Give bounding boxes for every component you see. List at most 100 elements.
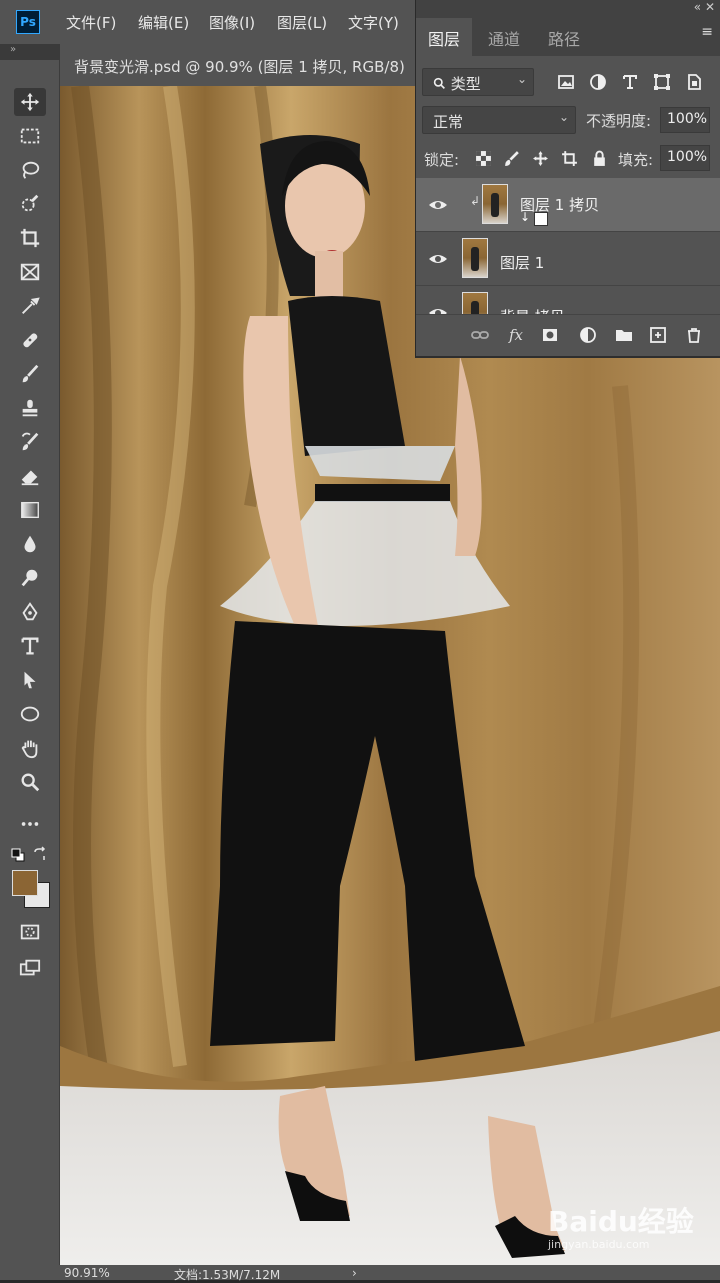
layer-row-layer1-copy[interactable]: ↲ ↓ 图层 1 拷贝 xyxy=(416,178,720,232)
menu-file[interactable]: 文件(F) xyxy=(66,12,116,33)
healing-brush-tool[interactable] xyxy=(14,326,46,354)
filter-adjustment-button[interactable] xyxy=(586,70,610,94)
dodge-tool[interactable] xyxy=(14,564,46,592)
layer-name: 背景 拷贝 xyxy=(500,306,565,314)
status-menu-arrow-icon[interactable]: › xyxy=(352,1266,357,1280)
zoom-icon xyxy=(21,773,40,792)
new-adjustment-button[interactable] xyxy=(576,323,600,347)
add-mask-button[interactable] xyxy=(538,323,562,347)
move-tool[interactable] xyxy=(14,88,46,116)
path-select-tool[interactable] xyxy=(14,666,46,694)
layers-panel-footer: fx xyxy=(416,314,720,355)
menu-type[interactable]: 文字(Y) xyxy=(348,12,399,33)
ellipse-tool[interactable] xyxy=(14,700,46,728)
eyedropper-tool[interactable] xyxy=(14,292,46,320)
gradient-tool[interactable] xyxy=(14,496,46,524)
smart-object-icon xyxy=(688,74,701,90)
new-layer-icon xyxy=(650,327,666,343)
layer-filter-dropdown[interactable]: 类型 ⌄ xyxy=(422,68,534,96)
link-layers-button[interactable] xyxy=(468,323,492,347)
type-tool[interactable] xyxy=(14,632,46,660)
lock-position-button[interactable] xyxy=(529,147,551,169)
brush-tool[interactable] xyxy=(14,360,46,388)
fill-input[interactable]: 100% xyxy=(660,145,710,171)
swap-colors-button[interactable] xyxy=(32,846,50,864)
swap-arrow-icon xyxy=(34,846,46,860)
crop-tool[interactable] xyxy=(14,224,46,252)
artboard-icon xyxy=(561,150,577,166)
filter-shape-button[interactable] xyxy=(650,70,674,94)
menu-layer[interactable]: 图层(L) xyxy=(277,12,327,33)
quick-select-tool[interactable] xyxy=(14,190,46,218)
screen-mode-button[interactable] xyxy=(14,954,46,982)
menu-image[interactable]: 图像(I) xyxy=(209,12,255,33)
quick-select-icon xyxy=(21,194,39,212)
new-layer-button[interactable] xyxy=(646,323,670,347)
tools-panel xyxy=(0,60,60,1265)
zoom-level[interactable]: 90.91% xyxy=(64,1266,110,1280)
tab-layers[interactable]: 图层 xyxy=(416,18,473,56)
zoom-tool[interactable] xyxy=(14,768,46,796)
opacity-input[interactable]: 100% xyxy=(660,107,710,133)
filter-smart-object-button[interactable] xyxy=(682,70,706,94)
clone-stamp-tool[interactable] xyxy=(14,394,46,422)
watermark-url: jingyan.baidu.com xyxy=(548,1238,650,1251)
delete-layer-button[interactable] xyxy=(682,323,706,347)
adjustment-icon xyxy=(590,74,606,90)
healing-brush-icon xyxy=(23,333,38,348)
lock-transparent-button[interactable] xyxy=(472,147,494,169)
frame-tool[interactable] xyxy=(14,258,46,286)
blend-mode-dropdown[interactable]: 正常 ⌄ xyxy=(422,106,576,134)
document-tab[interactable]: 背景变光滑.psd @ 90.9% (图层 1 拷贝, RGB/8) xyxy=(60,44,416,86)
eye-icon[interactable] xyxy=(428,197,448,213)
toolbar-collapse-strip[interactable]: » xyxy=(0,44,60,60)
pen-tool[interactable] xyxy=(14,598,46,626)
fill-label: 填充: xyxy=(618,151,654,169)
document-info: 文档:1.53M/7.12M xyxy=(174,1268,281,1282)
layer-row-background-copy[interactable]: 背景 拷贝 xyxy=(416,286,720,314)
eraser-tool[interactable] xyxy=(14,462,46,490)
panel-collapse-icon[interactable]: « ✕ xyxy=(694,0,715,14)
gradient-icon xyxy=(21,501,39,519)
new-group-button[interactable] xyxy=(612,323,636,347)
menu-edit[interactable]: 编辑(E) xyxy=(138,12,189,33)
filter-pixel-button[interactable] xyxy=(554,70,578,94)
panel-menu-icon[interactable]: ≡ xyxy=(701,24,713,40)
marquee-icon xyxy=(20,128,40,144)
more-tools[interactable] xyxy=(14,810,46,838)
photoshop-logo: Ps xyxy=(16,10,40,34)
pen-icon xyxy=(22,602,38,621)
layer-name: 图层 1 拷贝 xyxy=(520,196,600,214)
hand-tool[interactable] xyxy=(14,734,46,762)
panel-header: « ✕ 图层 通道 路径 ≡ xyxy=(416,0,720,56)
lock-all-button[interactable] xyxy=(588,147,610,169)
tab-paths[interactable]: 路径 xyxy=(536,18,592,56)
lock-artboard-button[interactable] xyxy=(558,147,580,169)
foreground-color-swatch[interactable] xyxy=(12,870,38,896)
watermark-brand: Baidu经验 xyxy=(548,1205,694,1238)
blur-tool[interactable] xyxy=(14,530,46,558)
move-icon xyxy=(20,92,40,112)
marquee-tool[interactable] xyxy=(14,122,46,150)
chevron-down-icon: ⌄ xyxy=(516,72,527,86)
layers-list: ↲ ↓ 图层 1 拷贝 图层 1 背景 拷贝 xyxy=(416,178,720,314)
folder-icon xyxy=(616,330,632,341)
type-icon xyxy=(623,75,637,89)
history-brush-tool[interactable] xyxy=(14,428,46,456)
layer-thumbnail xyxy=(482,184,508,224)
default-colors-button[interactable] xyxy=(10,847,26,863)
clipping-arrow-icon: ↲ xyxy=(470,194,481,208)
chevron-down-icon: ⌄ xyxy=(558,110,569,124)
eye-icon[interactable] xyxy=(428,305,448,314)
lock-pixels-button[interactable] xyxy=(500,147,522,169)
double-chevron-icon: » xyxy=(10,44,17,55)
eye-icon[interactable] xyxy=(428,251,448,267)
dodge-icon xyxy=(21,569,38,587)
tab-channels[interactable]: 通道 xyxy=(476,18,532,56)
layer-row-layer1[interactable]: 图层 1 xyxy=(416,232,720,286)
quick-mask-button[interactable] xyxy=(14,918,46,946)
fx-icon[interactable]: fx xyxy=(504,323,528,347)
eyedropper-icon xyxy=(22,297,40,314)
lasso-tool[interactable] xyxy=(14,156,46,184)
filter-type-button[interactable] xyxy=(618,70,642,94)
